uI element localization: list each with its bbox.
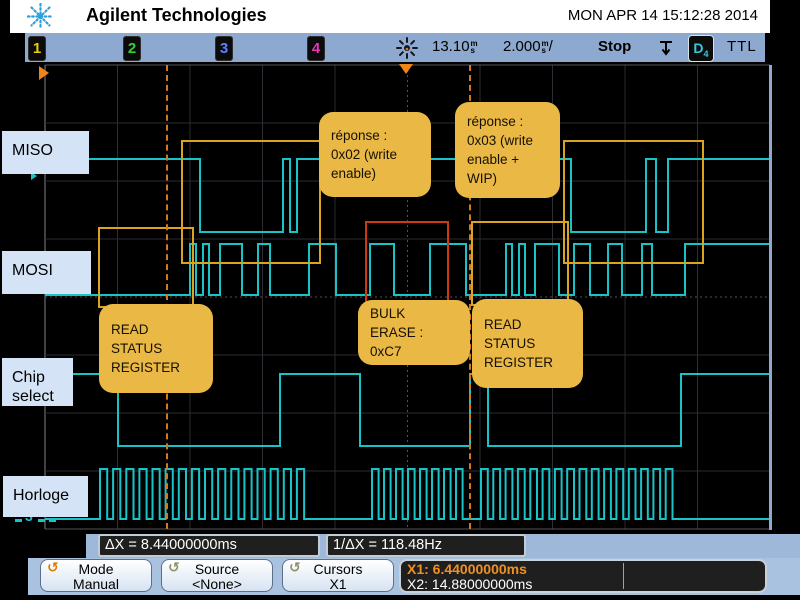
signal-label-mosi: MOSI	[2, 251, 91, 294]
signal-label-horloge: Horloge	[3, 476, 88, 517]
decode-highlight-box-3	[98, 227, 194, 308]
x1-cursor-line[interactable]	[166, 65, 168, 529]
annotation-callout-4: BULK ERASE : 0xC7	[358, 300, 470, 365]
ground-marker-dash	[38, 519, 45, 522]
signal-label-chip: Chip select	[2, 358, 73, 406]
annotation-callout-5: READ STATUS REGISTER	[472, 299, 583, 388]
annotation-callout-1: réponse : 0x02 (write enable)	[319, 112, 431, 197]
trigger-position-marker	[399, 64, 413, 74]
ground-marker-dash	[15, 519, 22, 522]
trigger-level-marker	[39, 66, 49, 80]
decode-highlight-box-5	[471, 221, 569, 306]
signal-label-miso: MISO	[2, 131, 89, 174]
annotation-callout-3: READ STATUS REGISTER	[99, 304, 213, 393]
annotation-callout-2: réponse : 0x03 (write enable + WIP)	[455, 102, 560, 198]
decode-highlight-box-2	[563, 140, 704, 264]
decode-highlight-box-4	[365, 221, 449, 306]
ground-marker-dash	[49, 519, 56, 522]
decode-highlight-box-1	[181, 140, 321, 264]
screen-right-edge-marker	[769, 65, 772, 530]
trace-horloge	[45, 469, 770, 519]
